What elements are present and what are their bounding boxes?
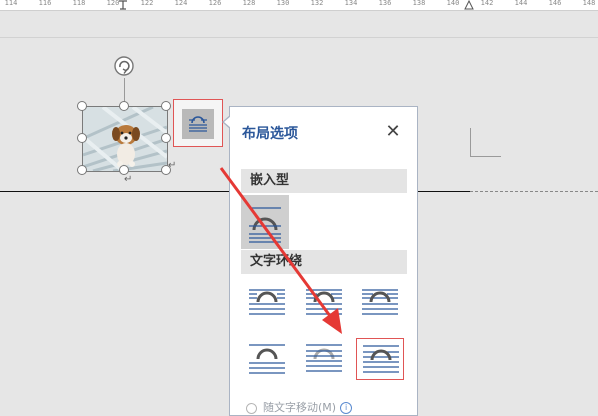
layout-options-panel: 布局选项 ✕ 嵌入型 文字环绕 随文字移动(M) i bbox=[229, 106, 418, 416]
ruler-area-background bbox=[0, 11, 598, 38]
move-with-text-label: 随文字移动(M) bbox=[263, 401, 337, 414]
tight-wrap-icon bbox=[306, 289, 342, 315]
option-square-wrap[interactable] bbox=[243, 283, 291, 325]
layout-options-icon bbox=[182, 109, 214, 139]
top-and-bottom-icon bbox=[249, 344, 285, 374]
selected-image-puppy[interactable] bbox=[82, 106, 168, 172]
option-inline-with-text[interactable] bbox=[241, 195, 289, 249]
through-wrap-icon bbox=[362, 289, 398, 315]
inline-with-text-icon bbox=[249, 207, 281, 243]
option-tight-wrap[interactable] bbox=[300, 283, 348, 325]
ruler-tick: 126 bbox=[208, 0, 222, 7]
ruler-tick: 114 bbox=[4, 0, 18, 7]
ruler-tick: 134 bbox=[344, 0, 358, 7]
ruler-tick: 128 bbox=[242, 0, 256, 7]
option-behind-text[interactable] bbox=[300, 338, 348, 380]
option-through-wrap[interactable] bbox=[356, 283, 404, 325]
panel-title: 布局选项 bbox=[242, 126, 298, 142]
ruler-tick: 130 bbox=[276, 0, 290, 7]
ruler-tick: 146 bbox=[548, 0, 562, 7]
horizontal-ruler[interactable]: 114 116 118 120 122 124 126 128 130 132 … bbox=[0, 0, 598, 11]
ruler-tick: 122 bbox=[140, 0, 154, 7]
resize-handle-top-left[interactable] bbox=[77, 101, 87, 111]
indent-marker-icon[interactable] bbox=[118, 0, 128, 10]
square-wrap-icon bbox=[249, 289, 285, 315]
ruler-tick: 138 bbox=[412, 0, 426, 7]
ruler-tick: 136 bbox=[378, 0, 392, 7]
right-indent-marker-icon[interactable] bbox=[464, 0, 474, 10]
ruler-tick: 118 bbox=[72, 0, 86, 7]
puppy-photo bbox=[83, 107, 167, 171]
margin-corner-mark bbox=[470, 128, 501, 157]
resize-handle-right[interactable] bbox=[161, 133, 171, 143]
section-inline-heading: 嵌入型 bbox=[241, 169, 407, 193]
ruler-tick: 132 bbox=[310, 0, 324, 7]
close-icon[interactable]: ✕ bbox=[380, 120, 406, 144]
paragraph-mark-icon: ↵ bbox=[168, 160, 177, 171]
ruler-tick: 140 bbox=[446, 0, 460, 7]
ruler-tick: 142 bbox=[480, 0, 494, 7]
move-with-text-option[interactable]: 随文字移动(M) i bbox=[246, 399, 353, 415]
ruler-tick: 148 bbox=[582, 0, 596, 7]
ruler-tick: 124 bbox=[174, 0, 188, 7]
rotate-connector-line bbox=[124, 78, 125, 102]
option-top-and-bottom[interactable] bbox=[243, 338, 291, 380]
section-wrap-heading: 文字环绕 bbox=[241, 250, 407, 274]
panel-pointer-inner bbox=[224, 116, 231, 128]
page-boundary-dash bbox=[470, 191, 598, 192]
rotate-handle-icon[interactable] bbox=[112, 54, 136, 78]
option-in-front-of-text[interactable] bbox=[356, 338, 404, 380]
resize-handle-bottom-left[interactable] bbox=[77, 165, 87, 175]
behind-text-icon bbox=[306, 344, 342, 372]
resize-handle-top-right[interactable] bbox=[161, 101, 171, 111]
ruler-tick: 116 bbox=[38, 0, 52, 7]
ruler-tick: 144 bbox=[514, 0, 528, 7]
paragraph-mark-icon: ↵ bbox=[124, 174, 133, 185]
layout-options-button[interactable] bbox=[173, 99, 223, 147]
in-front-of-text-icon bbox=[363, 345, 399, 373]
resize-handle-left[interactable] bbox=[77, 133, 87, 143]
move-with-text-radio[interactable] bbox=[246, 402, 257, 414]
resize-handle-top[interactable] bbox=[119, 101, 129, 111]
